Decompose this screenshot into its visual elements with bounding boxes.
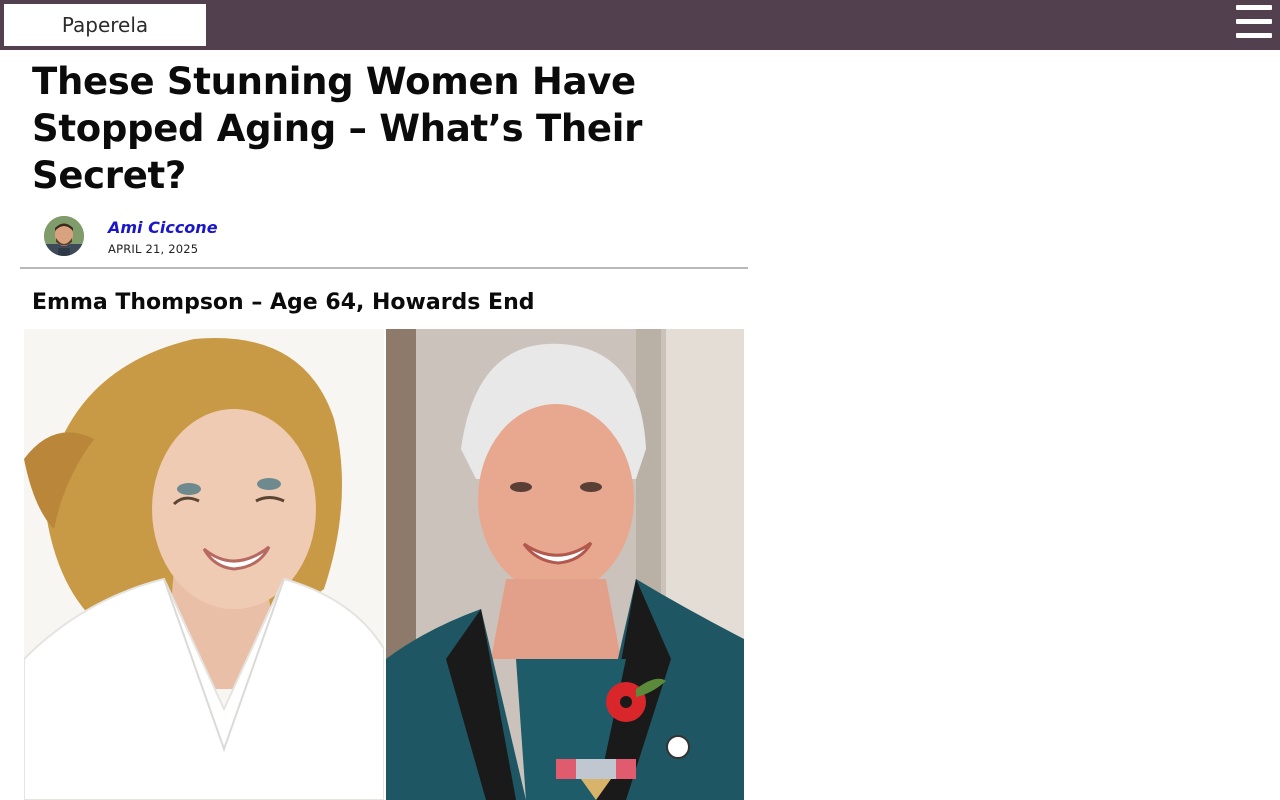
article-title: These Stunning Women Have Stopped Aging … [32, 60, 643, 197]
byline-divider [20, 267, 748, 269]
young-portrait-image [24, 329, 384, 800]
menu-bar-line [1236, 19, 1272, 24]
current-portrait-image [386, 329, 744, 800]
menu-bar-line [1236, 5, 1272, 10]
top-navigation-bar: Paperela [0, 0, 1280, 50]
author-name-link[interactable]: Ami Ciccone [108, 218, 218, 237]
menu-bar-line [1236, 33, 1272, 38]
hamburger-menu-icon[interactable] [1236, 5, 1272, 39]
publish-date: APRIL 21, 2025 [108, 242, 199, 256]
section-heading: Emma Thompson – Age 64, Howards End [32, 290, 535, 315]
site-logo[interactable]: Paperela [4, 4, 206, 46]
photo-young-portrait [24, 329, 384, 800]
photo-current-portrait [386, 329, 744, 800]
author-avatar[interactable] [44, 216, 84, 256]
author-avatar-image [44, 216, 84, 256]
